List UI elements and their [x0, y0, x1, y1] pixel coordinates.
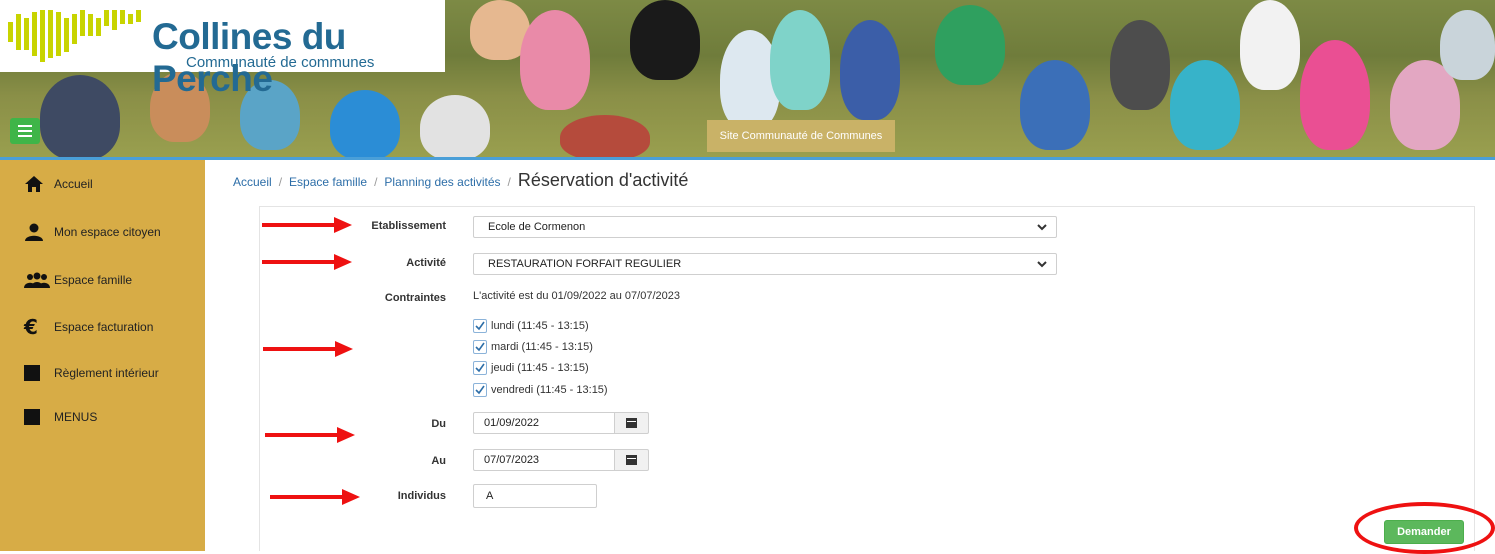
day-checkbox-row[interactable]: jeudi (11:45 - 13:15)	[473, 360, 589, 376]
check-icon	[475, 385, 485, 395]
logo-bars-icon	[8, 10, 141, 62]
breadcrumb-planning[interactable]: Planning des activités	[384, 175, 500, 189]
check-icon	[475, 321, 485, 331]
chevron-down-icon	[1037, 261, 1047, 268]
individus-field[interactable]: A	[473, 484, 597, 508]
day-label: vendredi (11:45 - 13:15)	[491, 384, 608, 396]
sidebar-item-label: Accueil	[54, 177, 93, 191]
breadcrumb-separator: /	[278, 175, 283, 189]
sidebar-item-accueil[interactable]: Accueil	[25, 172, 93, 196]
activite-select[interactable]: RESTAURATION FORFAIT REGULIER	[473, 253, 1057, 275]
euro-icon: €	[24, 315, 38, 339]
page-title: Réservation d'activité	[517, 170, 689, 190]
contraintes-info: L'activité est du 01/09/2022 au 07/07/20…	[473, 290, 680, 302]
annotation-arrow-icon	[270, 489, 360, 505]
breadcrumb-accueil[interactable]: Accueil	[233, 175, 272, 189]
sidebar-item-label: Règlement intérieur	[54, 366, 159, 380]
checkbox[interactable]	[473, 383, 487, 397]
annotation-arrow-icon	[262, 254, 352, 270]
header-banner: Collines du Perche Communauté de commune…	[0, 0, 1495, 160]
sidebar: Accueil Mon espace citoyen Espace famill…	[0, 160, 205, 551]
calendar-icon	[626, 455, 637, 465]
au-label: Au	[431, 455, 446, 467]
breadcrumb-espace-famille[interactable]: Espace famille	[289, 175, 367, 189]
user-icon	[24, 223, 50, 241]
annotation-arrow-icon	[263, 341, 353, 357]
hamburger-icon	[18, 125, 32, 137]
day-label: jeudi (11:45 - 13:15)	[491, 362, 589, 374]
square-icon	[24, 409, 50, 425]
logo[interactable]: Collines du Perche Communauté de commune…	[0, 0, 445, 99]
etablissement-select[interactable]: Ecole de Cormenon	[473, 216, 1057, 238]
du-date-input[interactable]: 01/09/2022	[473, 412, 615, 434]
sidebar-item-menus[interactable]: MENUS	[24, 405, 98, 429]
menu-toggle-button[interactable]	[10, 118, 40, 144]
checkbox[interactable]	[473, 340, 487, 354]
site-communaute-button[interactable]: Site Communauté de Communes	[707, 120, 895, 152]
day-label: lundi (11:45 - 13:15)	[491, 320, 589, 332]
breadcrumb: Accueil / Espace famille / Planning des …	[233, 170, 688, 191]
sidebar-item-espace-facturation[interactable]: € Espace facturation	[24, 315, 154, 339]
calendar-icon	[626, 418, 637, 428]
sidebar-item-label: Espace famille	[54, 273, 133, 287]
annotation-arrow-icon	[262, 217, 352, 233]
sidebar-item-reglement-interieur[interactable]: Règlement intérieur	[24, 361, 159, 385]
square-icon	[24, 365, 50, 381]
checkbox[interactable]	[473, 319, 487, 333]
logo-subtitle: Communauté de communes	[186, 54, 375, 71]
breadcrumb-separator: /	[507, 175, 511, 189]
check-icon	[475, 363, 485, 373]
home-icon	[24, 175, 50, 193]
sidebar-item-label: Espace facturation	[54, 320, 154, 334]
day-checkbox-row[interactable]: mardi (11:45 - 13:15)	[473, 339, 593, 355]
checkbox[interactable]	[473, 361, 487, 375]
sidebar-item-label: MENUS	[54, 410, 98, 424]
day-label: mardi (11:45 - 13:15)	[491, 341, 593, 353]
family-icon	[24, 272, 50, 288]
check-icon	[475, 342, 485, 352]
annotation-arrow-icon	[265, 427, 355, 443]
au-date-input[interactable]: 07/07/2023	[473, 449, 615, 471]
sidebar-item-label: Mon espace citoyen	[54, 225, 161, 239]
contraintes-label: Contraintes	[384, 292, 446, 304]
chevron-down-icon	[1037, 224, 1047, 231]
au-calendar-button[interactable]	[614, 449, 649, 471]
breadcrumb-separator: /	[374, 175, 378, 189]
sidebar-item-espace-famille[interactable]: Espace famille	[24, 268, 133, 292]
etablissement-value: Ecole de Cormenon	[488, 221, 586, 233]
day-checkbox-row[interactable]: vendredi (11:45 - 13:15)	[473, 382, 608, 398]
day-checkbox-row[interactable]: lundi (11:45 - 13:15)	[473, 318, 589, 334]
banner-underline	[0, 157, 1495, 160]
annotation-circle	[1354, 502, 1495, 554]
activite-value: RESTAURATION FORFAIT REGULIER	[488, 258, 682, 270]
du-calendar-button[interactable]	[614, 412, 649, 434]
sidebar-item-mon-espace-citoyen[interactable]: Mon espace citoyen	[25, 220, 161, 244]
